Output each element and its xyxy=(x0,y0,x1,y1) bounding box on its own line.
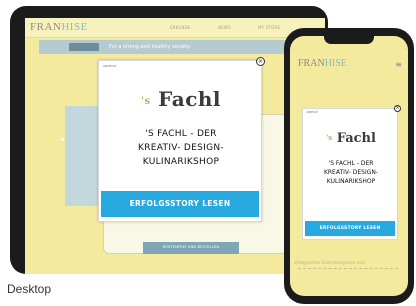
ad-label: ANZEIGE xyxy=(306,111,318,114)
promo-banner[interactable]: For a strong and healthy society. fit xyxy=(39,40,325,54)
ad-popup-mobile: ANZEIGE × 's Fachl 'S FACHL - DER KREATI… xyxy=(302,105,401,240)
order-cta-button[interactable]: KOSTENFREI UND BESTELLEN xyxy=(143,242,239,254)
device-caption: Desktop xyxy=(7,282,52,296)
brand-logo: 's Fachl xyxy=(326,131,376,146)
banner-logo xyxy=(69,43,99,51)
phone-screen: FRANHISE ≡ ANZEIGE × 's Fachl 'S FACHL -… xyxy=(290,36,408,296)
decor-dot xyxy=(61,138,64,141)
site-header: FRANHISE ERKUNDE NEWS MY STORE xyxy=(25,18,325,38)
ad-popup: ANZEIGE × 's Fachl 'S FACHL - DER KREATI… xyxy=(98,57,265,222)
nav-item-news[interactable]: NEWS xyxy=(218,25,231,30)
popup-headline: 'S FACHL - DER KREATIV- DESIGN- KULINARI… xyxy=(323,160,379,185)
phone-notch xyxy=(324,36,374,44)
read-story-button[interactable]: ERFOLGSSTORY LESEN xyxy=(305,221,395,236)
phone-device: FRANHISE ≡ ANZEIGE × 's Fachl 'S FACHL -… xyxy=(284,28,414,304)
ad-label: ANZEIGE xyxy=(103,64,117,68)
close-icon[interactable]: × xyxy=(256,57,265,66)
popup-headline: 'S FACHL - DER KREATIV- DESIGN- KULINARI… xyxy=(138,129,224,167)
order-cta-label: KOSTENFREI UND BESTELLEN xyxy=(162,245,220,249)
body-text-snippet: erfolgreichen Franchisesystem sind. xyxy=(294,260,367,265)
banner-text: For a strong and healthy society. xyxy=(109,44,191,50)
site-logo[interactable]: FRANHISE xyxy=(30,21,88,33)
read-story-button[interactable]: ERFOLGSSTORY LESEN xyxy=(101,191,259,217)
hamburger-menu-icon[interactable]: ≡ xyxy=(395,60,402,69)
close-icon[interactable]: × xyxy=(394,105,401,112)
brand-logo: 's Fachl xyxy=(140,87,222,111)
decor-sketch xyxy=(298,268,398,294)
site-logo[interactable]: FRANHISE xyxy=(298,58,347,69)
mockup-scene: FRANHISE ERKUNDE NEWS MY STORE For a str… xyxy=(0,0,416,306)
nav-item-my-store[interactable]: MY STORE xyxy=(258,25,280,30)
nav-item-erkunde[interactable]: ERKUNDE xyxy=(170,25,191,30)
